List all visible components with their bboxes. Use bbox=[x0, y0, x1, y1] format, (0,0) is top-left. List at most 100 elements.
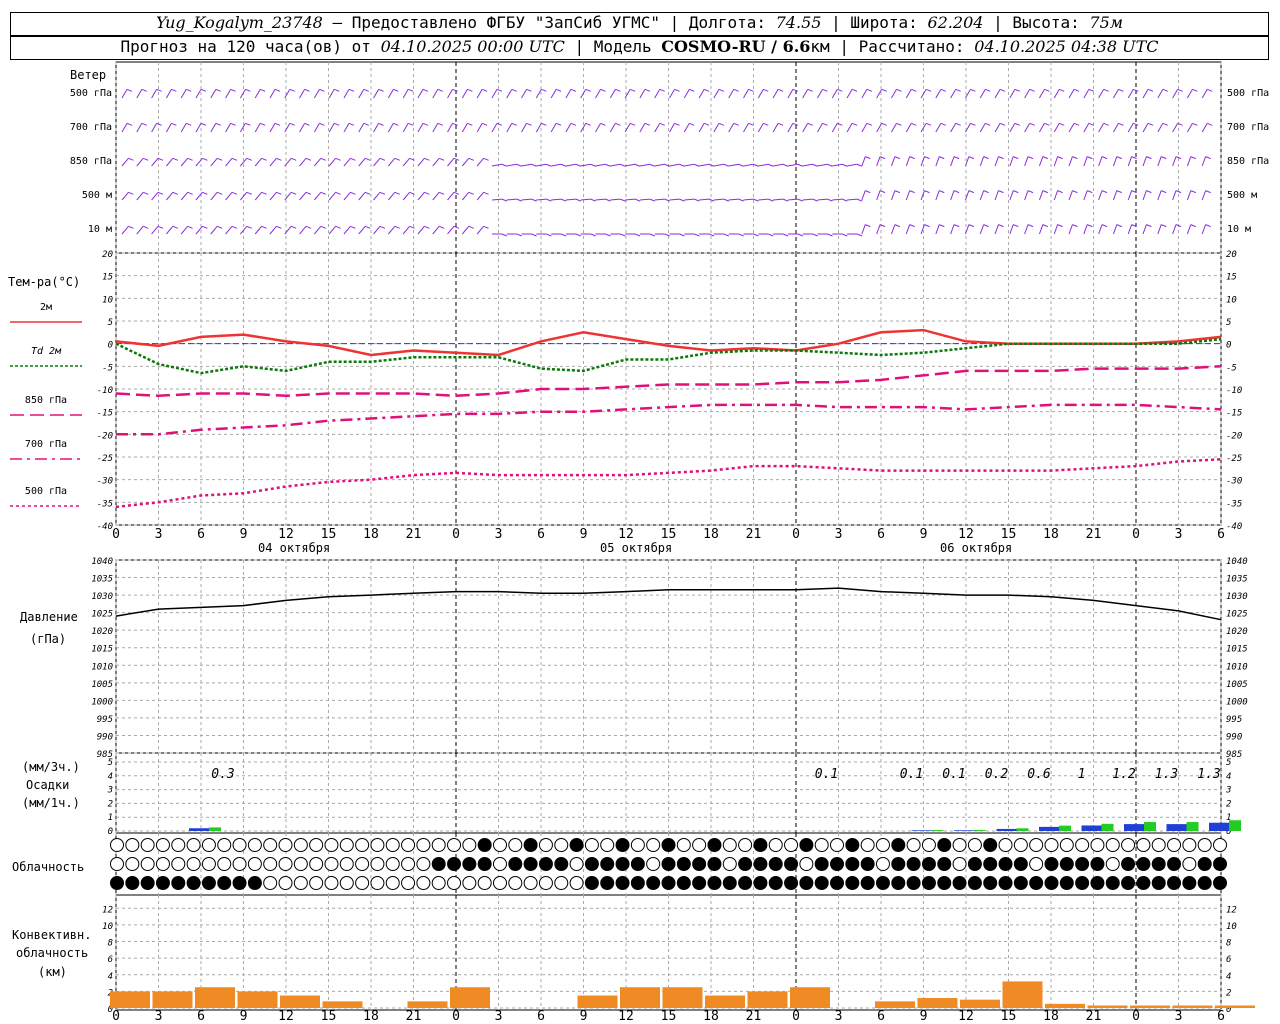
wind-barb bbox=[225, 192, 233, 201]
wind-barb-flag bbox=[394, 191, 400, 195]
wind-barb bbox=[1172, 224, 1177, 235]
cloud-cover-symbol bbox=[477, 876, 492, 890]
wind-barb-flag bbox=[866, 122, 873, 126]
pressure-ytick-left: 1020 bbox=[91, 627, 113, 637]
wind-barb bbox=[1009, 123, 1016, 133]
cloud-cover-symbol bbox=[569, 857, 584, 871]
wind-barb bbox=[254, 226, 262, 235]
wind-barb bbox=[728, 163, 739, 167]
wind-barb-flag bbox=[1042, 156, 1049, 160]
wind-barb bbox=[669, 198, 680, 201]
cloud-cover-symbol bbox=[891, 876, 906, 890]
cloud-cover-symbol bbox=[707, 857, 722, 871]
wind-barb bbox=[876, 224, 881, 235]
wind-barb bbox=[121, 123, 128, 133]
wind-barb bbox=[506, 198, 517, 201]
wind-barb bbox=[595, 123, 601, 133]
wind-barb bbox=[1038, 123, 1045, 133]
cloud-cover-symbol bbox=[584, 838, 599, 852]
hour-tick-label: 9 bbox=[240, 1009, 248, 1024]
wind-barb bbox=[313, 226, 322, 235]
cloud-cover-symbol bbox=[1059, 857, 1074, 871]
cloud-cover-symbol bbox=[355, 838, 370, 852]
wind-barb-flag bbox=[1192, 122, 1198, 126]
cloud-cover-symbol bbox=[278, 838, 293, 852]
convective-bar bbox=[407, 1001, 448, 1008]
hour-tick-label: 3 bbox=[835, 1009, 843, 1024]
hour-tick-label: 9 bbox=[580, 527, 588, 542]
wind-barb-flag bbox=[674, 88, 680, 92]
wind-barb-flag bbox=[708, 198, 715, 202]
wind-barb bbox=[432, 192, 440, 201]
wind-barb-flag bbox=[141, 88, 147, 92]
wind-barb bbox=[239, 123, 246, 133]
hour-tick-label: 12 bbox=[618, 1009, 634, 1024]
hour-tick-label: 3 bbox=[1175, 527, 1183, 542]
cloud-cover-symbol bbox=[921, 838, 936, 852]
wind-barb bbox=[210, 158, 218, 167]
wind-barb-flag bbox=[999, 122, 1006, 126]
wind-barb bbox=[905, 156, 911, 167]
cloud-cover-symbol bbox=[217, 838, 232, 852]
wind-barb-flag bbox=[1207, 88, 1213, 92]
convective-bar bbox=[790, 987, 830, 1008]
wind-barb bbox=[151, 226, 159, 235]
wind-barb-flag bbox=[909, 224, 915, 228]
wind-barb bbox=[1024, 190, 1029, 201]
wind-barb-flag bbox=[422, 88, 429, 92]
wind-barb-flag bbox=[703, 122, 710, 126]
wind-barb bbox=[491, 198, 502, 201]
wind-barb bbox=[269, 226, 277, 235]
wind-barb-flag bbox=[363, 122, 369, 126]
wind-barb-flag bbox=[600, 88, 606, 92]
wind-barb-flag bbox=[767, 163, 774, 167]
wind-barb bbox=[1172, 123, 1179, 133]
wind-barb bbox=[402, 123, 409, 133]
wind-barb-flag bbox=[620, 198, 626, 202]
wind-barb-flag bbox=[526, 88, 532, 92]
wind-barb bbox=[1038, 224, 1044, 235]
cloud-cover-symbol bbox=[692, 838, 707, 852]
wind-barb-flag bbox=[842, 198, 848, 202]
cloud-cover-symbol bbox=[768, 857, 783, 871]
cloud-cover-symbol bbox=[186, 838, 201, 852]
wind-barb-flag bbox=[335, 157, 341, 161]
wind-barb bbox=[328, 226, 336, 235]
wind-barb-flag bbox=[924, 224, 930, 228]
wind-barb-flag bbox=[438, 157, 445, 161]
cloud-cover-symbol bbox=[1197, 857, 1212, 871]
wind-barb bbox=[461, 89, 468, 99]
wind-barb-flag bbox=[615, 122, 621, 126]
wind-barb bbox=[432, 123, 439, 133]
wind-barb-flag bbox=[274, 122, 281, 126]
wind-barb-flag bbox=[1101, 224, 1108, 228]
cloud-cover-symbol bbox=[615, 838, 630, 852]
wind-barb-flag bbox=[261, 225, 267, 229]
wind-barb-flag bbox=[452, 122, 458, 126]
wind-barb bbox=[166, 226, 174, 235]
wind-barb-flag bbox=[481, 88, 488, 92]
wind-barb-flag bbox=[896, 88, 902, 92]
wind-level-label-left: 700 гПа bbox=[70, 122, 112, 133]
wind-barb-flag bbox=[215, 88, 221, 92]
wind-barb bbox=[979, 224, 985, 235]
wind-barb-flag bbox=[851, 88, 858, 92]
wind-barb-flag bbox=[748, 88, 754, 92]
wind-barb bbox=[506, 123, 513, 133]
wind-barb bbox=[254, 123, 261, 133]
convective-bar bbox=[577, 995, 618, 1008]
wind-barb bbox=[787, 163, 798, 167]
wind-barb bbox=[343, 89, 350, 99]
cloud-cover-symbol bbox=[370, 838, 385, 852]
cloud-cover-symbol bbox=[1213, 838, 1227, 852]
cloud-cover-symbol bbox=[171, 838, 186, 852]
wind-barb bbox=[299, 226, 307, 235]
wind-barb bbox=[580, 163, 591, 167]
wind-barb bbox=[1186, 156, 1192, 167]
wind-barb-flag bbox=[202, 191, 208, 195]
wind-barb bbox=[313, 123, 320, 133]
wind-barb-flag bbox=[231, 191, 238, 195]
wind-barb bbox=[461, 226, 470, 235]
wind-barb-flag bbox=[468, 225, 474, 229]
wind-barb bbox=[521, 198, 532, 201]
